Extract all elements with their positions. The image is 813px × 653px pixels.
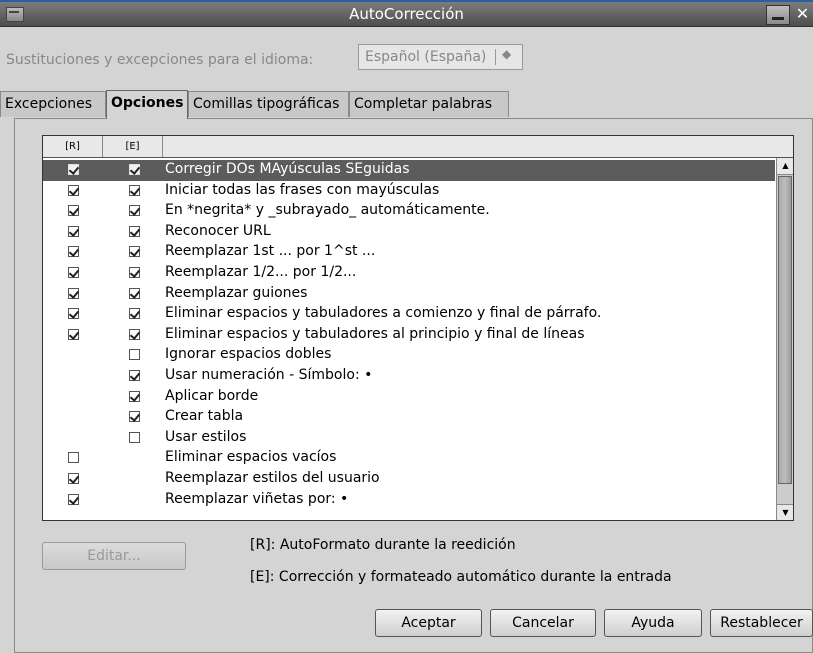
scroll-up-icon[interactable]: ▲	[777, 158, 793, 175]
option-label: Eliminar espacios y tabuladores a comien…	[165, 305, 602, 322]
option-label: Crear tabla	[165, 408, 244, 425]
e-checkbox[interactable]	[129, 349, 140, 361]
list-item[interactable]: Iniciar todas las frases con mayúsculas	[43, 181, 775, 202]
e-checkbox[interactable]	[129, 287, 140, 299]
option-label: Iniciar todas las frases con mayúsculas	[165, 181, 440, 198]
r-checkbox[interactable]	[68, 205, 79, 217]
e-checkbox[interactable]	[129, 328, 140, 340]
r-checkbox[interactable]	[68, 452, 79, 464]
list-item[interactable]: Usar estilos	[43, 428, 775, 449]
language-label: Sustituciones y excepciones para el idio…	[6, 52, 314, 68]
e-checkbox[interactable]	[129, 369, 140, 381]
e-checkbox[interactable]	[129, 411, 140, 423]
e-checkbox[interactable]	[129, 205, 140, 217]
e-checkbox[interactable]	[129, 184, 140, 196]
r-checkbox[interactable]	[68, 493, 79, 505]
list-item[interactable]: Reemplazar estilos del usuario	[43, 469, 775, 490]
title-bar[interactable]: AutoCorrección ✕	[0, 2, 813, 27]
list-item[interactable]: Aplicar borde	[43, 387, 775, 408]
edit-button[interactable]: Editar...	[42, 542, 186, 570]
option-label: Eliminar espacios vacíos	[165, 449, 337, 466]
select-separator	[495, 49, 496, 65]
e-checkbox[interactable]	[129, 225, 140, 237]
option-label: Reemplazar estilos del usuario	[165, 469, 380, 486]
tab-excepciones[interactable]: Excepciones	[0, 91, 106, 117]
minimize-button[interactable]	[766, 5, 790, 25]
header-r[interactable]: [R]	[43, 136, 103, 157]
scroll-down-icon[interactable]: ▼	[777, 504, 793, 520]
legend-e: [E]: Corrección y formateado automático …	[250, 569, 672, 585]
r-checkbox[interactable]	[68, 472, 79, 484]
list-item[interactable]: Reemplazar guiones	[43, 284, 775, 305]
e-checkbox[interactable]	[129, 266, 140, 278]
option-label: Corregir DOs MAyúsculas SEguidas	[165, 161, 410, 177]
list-item[interactable]: Reemplazar viñetas por: •	[43, 490, 775, 511]
r-checkbox[interactable]	[68, 328, 79, 340]
list-item[interactable]: Corregir DOs MAyúsculas SEguidas	[43, 160, 775, 181]
e-checkbox[interactable]	[129, 390, 140, 402]
list-item[interactable]: Reemplazar 1/2... por 1/2...	[43, 263, 775, 284]
header-label[interactable]	[163, 136, 793, 157]
list-item[interactable]: Usar numeración - Símbolo: •	[43, 366, 775, 387]
e-checkbox[interactable]	[129, 308, 140, 320]
r-checkbox[interactable]	[68, 164, 79, 175]
r-checkbox[interactable]	[68, 266, 79, 278]
r-checkbox[interactable]	[68, 184, 79, 196]
e-checkbox[interactable]	[129, 246, 140, 258]
vertical-scrollbar[interactable]: ▲ ▼	[776, 158, 793, 520]
reset-button[interactable]: Restablecer	[710, 609, 813, 637]
option-label: Aplicar borde	[165, 387, 259, 404]
header-e[interactable]: [E]	[103, 136, 163, 157]
list-item[interactable]: Eliminar espacios y tabuladores al princ…	[43, 325, 775, 346]
list-item[interactable]: Crear tabla	[43, 407, 775, 428]
option-label: Eliminar espacios y tabuladores al princ…	[165, 325, 585, 342]
option-label: En *negrita* y _subrayado_ automáticamen…	[165, 202, 490, 219]
r-checkbox[interactable]	[68, 225, 79, 237]
scroll-thumb[interactable]	[778, 176, 792, 484]
list-item[interactable]: Ignorar espacios dobles	[43, 345, 775, 366]
tab-comillas-tipograficas[interactable]: Comillas tipográficas	[188, 91, 349, 117]
help-button[interactable]: Ayuda	[604, 609, 702, 637]
option-label: Reconocer URL	[165, 222, 271, 239]
e-checkbox[interactable]	[129, 431, 140, 443]
tab-opciones[interactable]: Opciones	[106, 90, 188, 119]
option-label: Reemplazar guiones	[165, 284, 308, 301]
option-label: Reemplazar 1st ... por 1^st ...	[165, 243, 376, 260]
tab-completar-palabras[interactable]: Completar palabras	[349, 91, 509, 117]
r-checkbox[interactable]	[68, 287, 79, 299]
language-value: Español (España)	[365, 49, 487, 65]
option-label: Usar numeración - Símbolo: •	[165, 366, 373, 383]
list-rows: Corregir DOs MAyúsculas SEguidas Iniciar …	[43, 160, 775, 510]
option-label: Reemplazar 1/2... por 1/2...	[165, 263, 357, 280]
list-item[interactable]: Eliminar espacios y tabuladores a comien…	[43, 304, 775, 325]
spinner-arrows-icon: ◆	[502, 47, 512, 61]
list-header: [R] [E]	[43, 136, 793, 158]
option-label: Usar estilos	[165, 428, 247, 445]
r-checkbox[interactable]	[68, 308, 79, 320]
accept-button[interactable]: Aceptar	[375, 609, 482, 637]
list-item[interactable]: Reemplazar 1st ... por 1^st ...	[43, 242, 775, 263]
e-checkbox[interactable]	[129, 164, 140, 175]
option-label: Reemplazar viñetas por: •	[165, 490, 349, 507]
list-item[interactable]: En *negrita* y _subrayado_ automáticamen…	[43, 201, 775, 222]
close-button[interactable]: ✕	[792, 5, 813, 23]
language-select[interactable]: Español (España) ◆	[358, 44, 523, 70]
cancel-button[interactable]: Cancelar	[490, 609, 596, 637]
option-label: Ignorar espacios dobles	[165, 346, 332, 363]
window-title: AutoCorrección	[349, 5, 464, 23]
list-item[interactable]: Eliminar espacios vacíos	[43, 448, 775, 469]
r-checkbox[interactable]	[68, 246, 79, 258]
options-list[interactable]: [R] [E] Corregir DOs MAyúsculas SEguidas…	[42, 135, 794, 521]
list-item[interactable]: Reconocer URL	[43, 222, 775, 243]
legend-r: [R]: AutoFormato durante la reedición	[250, 537, 516, 553]
